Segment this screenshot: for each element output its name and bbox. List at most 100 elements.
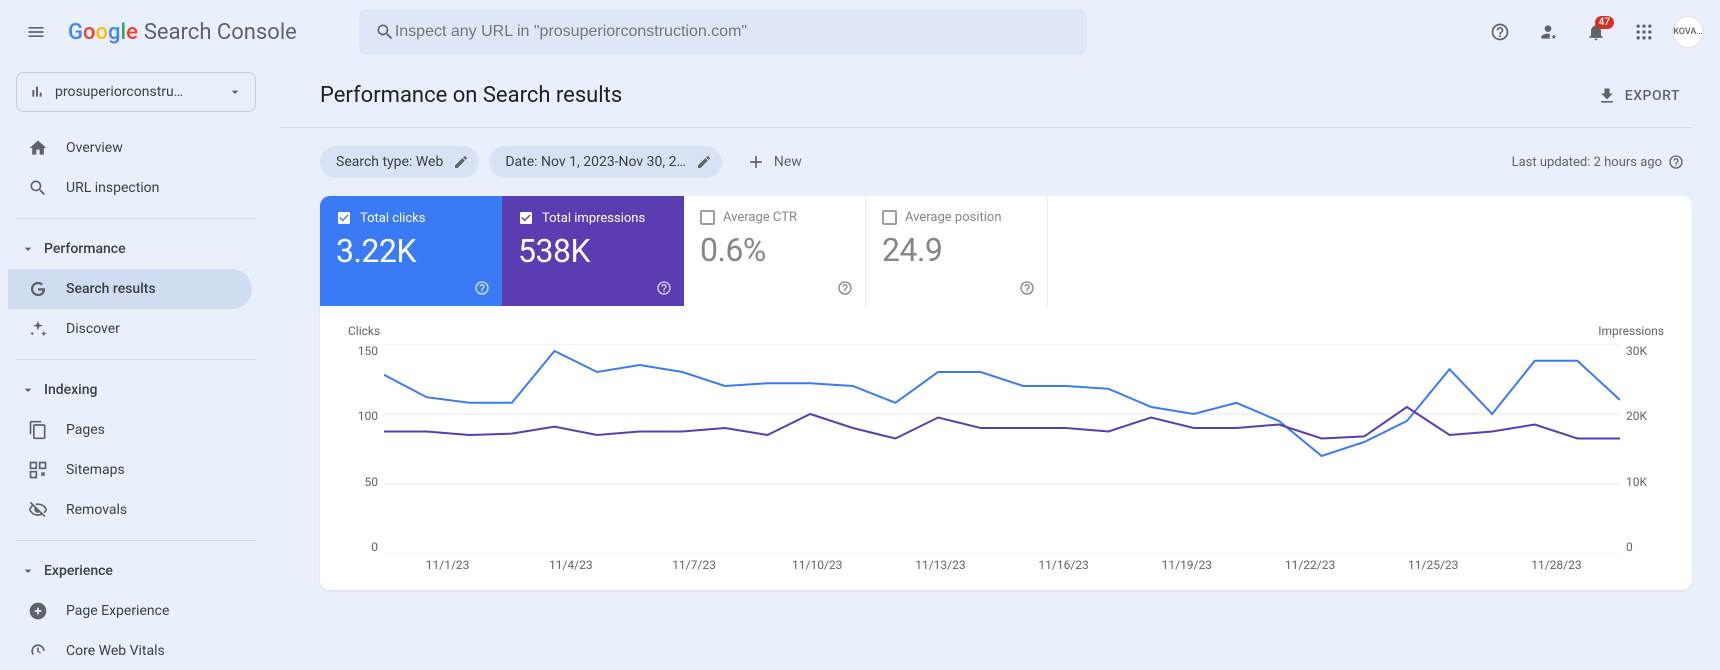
line-chart-svg (384, 344, 1620, 554)
export-button[interactable]: EXPORT (1585, 78, 1692, 114)
users-button[interactable] (1528, 12, 1568, 52)
tick: 30K (1626, 344, 1664, 358)
metric-label: Total clicks (360, 211, 425, 226)
url-inspect-input[interactable] (395, 23, 1071, 41)
sidebar-item-removals[interactable]: Removals (8, 490, 252, 530)
google-g-icon (28, 279, 48, 299)
notifications-button[interactable]: 47 (1576, 12, 1616, 52)
help-icon[interactable] (1019, 280, 1035, 296)
main-menu-button[interactable] (16, 12, 56, 52)
chevron-down-icon (20, 241, 36, 257)
edit-icon (696, 154, 712, 170)
filter-bar: Search type: Web Date: Nov 1, 2023-Nov 3… (280, 128, 1692, 196)
sidebar-item-page-experience[interactable]: Page Experience (8, 591, 252, 631)
tick: 0 (348, 540, 378, 554)
visibility-off-icon (28, 500, 48, 520)
sidebar-item-core-web-vitals[interactable]: Core Web Vitals (8, 631, 252, 670)
metric-value: 3.22K (336, 232, 486, 270)
sparkle-icon (28, 319, 48, 339)
apps-button[interactable] (1624, 12, 1664, 52)
sidebar-item-discover[interactable]: Discover (8, 309, 252, 349)
circle-plus-icon (28, 601, 48, 621)
performance-card: Total clicks 3.22K Total impressions 538… (320, 196, 1692, 590)
help-button[interactable] (1480, 12, 1520, 52)
sidebar-item-label: Overview (66, 140, 123, 156)
sidebar-item-search-results[interactable]: Search results (8, 269, 252, 309)
left-axis-label: Clicks (348, 324, 380, 338)
speed-icon (28, 641, 48, 661)
metric-total-clicks[interactable]: Total clicks 3.22K (320, 196, 502, 306)
y-axis-right: 30K 20K 10K 0 (1620, 344, 1664, 576)
help-icon[interactable] (837, 280, 853, 296)
new-label: New (774, 154, 802, 170)
checkbox-unchecked-icon (882, 210, 897, 225)
metric-average-ctr[interactable]: Average CTR 0.6% (684, 196, 866, 306)
metric-average-position[interactable]: Average position 24.9 (866, 196, 1048, 306)
product-logo[interactable]: Google Search Console (68, 20, 297, 45)
y-axis-left: 150 100 50 0 (348, 344, 384, 576)
sidebar-section-indexing[interactable]: Indexing (8, 370, 264, 410)
last-updated-text: Last updated: 2 hours ago (1512, 155, 1662, 170)
sitemap-icon (28, 460, 48, 480)
add-filter-button[interactable]: New (732, 146, 816, 178)
help-icon (1490, 22, 1510, 42)
nav-divider (16, 540, 256, 541)
metric-tabs: Total clicks 3.22K Total impressions 538… (320, 196, 1692, 306)
search-icon (375, 22, 395, 42)
chevron-down-icon (20, 382, 36, 398)
tick: 50 (348, 475, 378, 489)
tick: 11/7/23 (632, 558, 755, 572)
edit-icon (453, 154, 469, 170)
tick: 10K (1626, 475, 1664, 489)
sidebar-section-performance[interactable]: Performance (8, 229, 264, 269)
sidebar-section-label: Indexing (44, 382, 97, 398)
tick: 11/19/23 (1125, 558, 1248, 572)
help-icon[interactable] (656, 280, 672, 296)
metric-total-impressions[interactable]: Total impressions 538K (502, 196, 684, 306)
help-icon[interactable] (474, 280, 490, 296)
metric-label: Total impressions (542, 211, 645, 226)
sidebar-section-label: Performance (44, 241, 126, 257)
sidebar-section-experience[interactable]: Experience (8, 551, 264, 591)
metric-label: Average position (905, 210, 1002, 225)
sidebar-item-overview[interactable]: Overview (8, 128, 252, 168)
main-content: Performance on Search results EXPORT Sea… (280, 64, 1720, 670)
apps-grid-icon (1634, 22, 1654, 42)
tick: 11/13/23 (879, 558, 1002, 572)
dropdown-arrow-icon (227, 84, 243, 100)
property-selector[interactable]: prosuperiorconstru… (16, 72, 256, 112)
plus-icon (746, 152, 766, 172)
sidebar-item-url-inspection[interactable]: URL inspection (8, 168, 252, 208)
chart-plot[interactable]: 11/1/2311/4/2311/7/2311/10/2311/13/2311/… (384, 344, 1620, 576)
tick: 20K (1626, 409, 1664, 423)
property-name: prosuperiorconstru… (55, 84, 217, 100)
tick: 11/4/23 (509, 558, 632, 572)
sidebar-item-label: Search results (66, 281, 156, 297)
tick: 0 (1626, 540, 1664, 554)
filter-chip-date[interactable]: Date: Nov 1, 2023-Nov 30, 2… (489, 146, 722, 178)
chip-label: Date: Nov 1, 2023-Nov 30, 2… (505, 154, 686, 170)
sidebar-item-sitemaps[interactable]: Sitemaps (8, 450, 252, 490)
url-inspect-search[interactable] (359, 9, 1087, 55)
tick: 150 (348, 344, 378, 358)
bar-chart-icon (29, 84, 45, 100)
checkbox-checked-icon (518, 210, 534, 226)
tick: 11/25/23 (1372, 558, 1495, 572)
app-header: Google Search Console 47 KOVA… (0, 0, 1720, 64)
help-icon[interactable] (1668, 154, 1684, 170)
metric-value: 0.6% (700, 231, 849, 269)
checkbox-unchecked-icon (700, 210, 715, 225)
google-wordmark: Google (68, 20, 138, 45)
sidebar-item-label: Removals (66, 502, 127, 518)
notification-badge: 47 (1595, 16, 1614, 29)
sidebar-item-pages[interactable]: Pages (8, 410, 252, 450)
tick: 100 (348, 409, 378, 423)
pages-icon (28, 420, 48, 440)
sidebar-item-label: Core Web Vitals (66, 643, 165, 659)
chevron-down-icon (20, 563, 36, 579)
sidebar-item-label: Pages (66, 422, 105, 438)
filter-chip-search-type[interactable]: Search type: Web (320, 146, 479, 178)
tick: 11/16/23 (1002, 558, 1125, 572)
account-avatar[interactable]: KOVA… (1672, 16, 1704, 48)
tick: 11/10/23 (756, 558, 879, 572)
